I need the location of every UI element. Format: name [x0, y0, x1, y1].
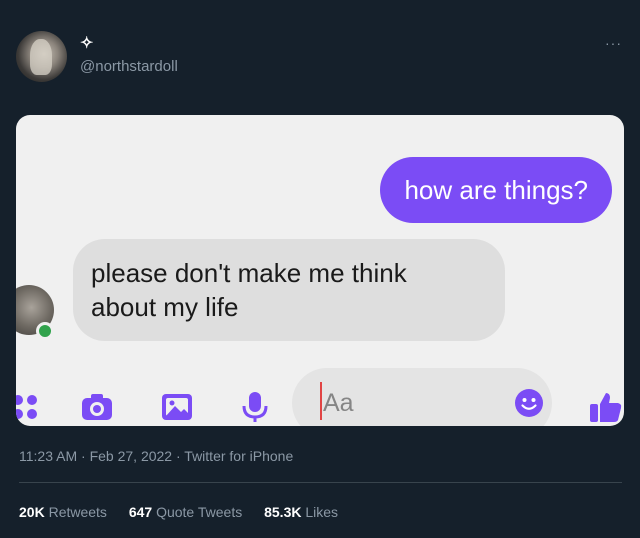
incoming-message-line-2: about my life [91, 292, 239, 322]
more-options-icon[interactable]: ··· [605, 36, 622, 50]
outgoing-message-bubble: how are things? [380, 157, 612, 223]
apps-icon [16, 395, 37, 419]
likes-count: 85.3K [264, 504, 302, 520]
quote-tweets-stat[interactable]: 647 Quote Tweets [129, 503, 242, 521]
author-display-name[interactable]: ✧ [80, 35, 93, 53]
online-status-dot [36, 322, 54, 340]
incoming-message-line-1: please don't make me think [91, 258, 407, 288]
author-handle[interactable]: @northstardoll [80, 58, 178, 76]
microphone-icon [242, 392, 268, 422]
retweets-count: 20K [19, 504, 45, 520]
meta-separator: · [172, 448, 185, 464]
message-composer-input[interactable]: Aa [292, 368, 552, 426]
quote-tweets-label: Quote Tweets [156, 504, 243, 520]
author-avatar[interactable] [16, 31, 67, 82]
likes-stat[interactable]: 85.3K Likes [264, 503, 338, 521]
tweet-meta: 11:23 AM · Feb 27, 2022 · Twitter for iP… [19, 447, 293, 465]
tweet-card: ✧ @northstardoll ··· how are things? ple… [0, 0, 640, 538]
tweet-time[interactable]: 11:23 AM [19, 448, 77, 464]
meta-separator: · [77, 448, 90, 464]
retweets-label: Retweets [48, 504, 107, 520]
camera-icon [82, 394, 112, 420]
emoji-icon [515, 389, 543, 417]
meta-divider [19, 482, 622, 483]
retweets-stat[interactable]: 20K Retweets [19, 503, 107, 521]
text-caret [320, 382, 322, 420]
quote-tweets-count: 647 [128, 504, 153, 520]
thumbs-up-icon [590, 393, 622, 422]
likes-label: Likes [305, 504, 339, 520]
composer-placeholder: Aa [323, 389, 354, 417]
tweet-source[interactable]: Twitter for iPhone [184, 448, 293, 464]
incoming-message-bubble: please don't make me think about my life [73, 239, 505, 341]
tweet-date[interactable]: Feb 27, 2022 [90, 448, 173, 464]
image-icon [162, 394, 192, 420]
tweet-stats: 20K Retweets 647 Quote Tweets 85.3K Like… [19, 503, 356, 521]
tweet-media-image[interactable]: how are things? please don't make me thi… [16, 115, 624, 426]
avatar-figure [30, 39, 52, 75]
